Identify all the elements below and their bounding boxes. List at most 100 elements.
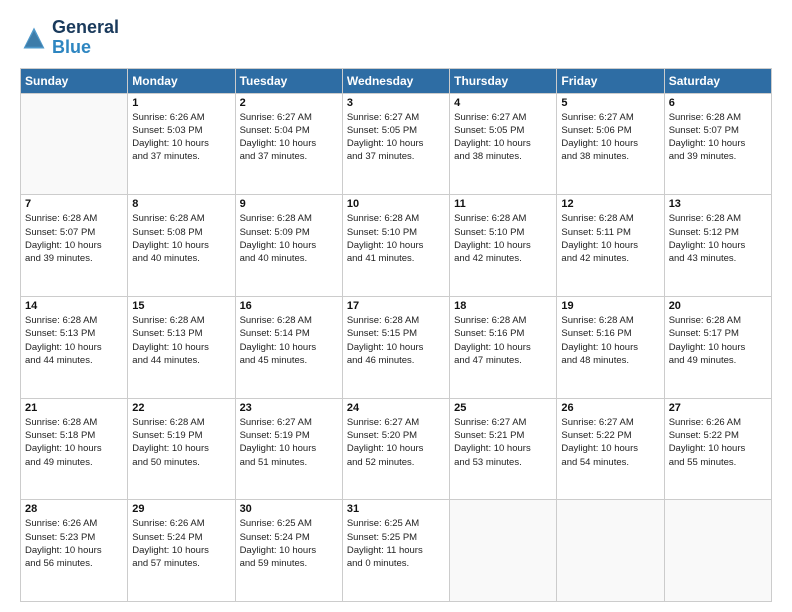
calendar-cell bbox=[21, 93, 128, 195]
day-info: Sunrise: 6:26 AM Sunset: 5:24 PM Dayligh… bbox=[132, 517, 230, 570]
day-number: 22 bbox=[132, 402, 230, 414]
weekday-header: Friday bbox=[557, 68, 664, 93]
day-number: 14 bbox=[25, 300, 123, 312]
weekday-header: Thursday bbox=[450, 68, 557, 93]
calendar-cell: 6 Sunrise: 6:28 AM Sunset: 5:07 PM Daylig… bbox=[664, 93, 771, 195]
calendar-cell: 26Sunrise: 6:27 AM Sunset: 5:22 PM Dayli… bbox=[557, 398, 664, 500]
day-number: 24 bbox=[347, 402, 445, 414]
calendar-table: SundayMondayTuesdayWednesdayThursdayFrid… bbox=[20, 68, 772, 602]
day-info: Sunrise: 6:28 AM Sunset: 5:16 PM Dayligh… bbox=[454, 314, 552, 367]
logo: General Blue bbox=[20, 18, 119, 58]
calendar-cell: 7 Sunrise: 6:28 AM Sunset: 5:07 PM Daylig… bbox=[21, 195, 128, 297]
calendar-week-row: 28 Sunrise: 6:26 AM Sunset: 5:23 PM Dayli… bbox=[21, 500, 772, 602]
day-info: Sunrise: 6:27 AM Sunset: 5:05 PM Dayligh… bbox=[347, 111, 445, 164]
day-number: 1 bbox=[132, 97, 230, 109]
calendar-cell: 15Sunrise: 6:28 AM Sunset: 5:13 PM Dayli… bbox=[128, 296, 235, 398]
calendar-cell: 30 Sunrise: 6:25 AM Sunset: 5:24 PM Dayli… bbox=[235, 500, 342, 602]
calendar-cell: 24 Sunrise: 6:27 AM Sunset: 5:20 PM Dayli… bbox=[342, 398, 449, 500]
calendar-body: 1 Sunrise: 6:26 AM Sunset: 5:03 PM Daylig… bbox=[21, 93, 772, 601]
day-number: 28 bbox=[25, 503, 123, 515]
calendar-cell: 14 Sunrise: 6:28 AM Sunset: 5:13 PM Dayli… bbox=[21, 296, 128, 398]
day-number: 18 bbox=[454, 300, 552, 312]
day-number: 19 bbox=[561, 300, 659, 312]
day-info: Sunrise: 6:28 AM Sunset: 5:12 PM Dayligh… bbox=[669, 212, 767, 265]
calendar-cell: 19Sunrise: 6:28 AM Sunset: 5:16 PM Dayli… bbox=[557, 296, 664, 398]
calendar-week-row: 7 Sunrise: 6:28 AM Sunset: 5:07 PM Daylig… bbox=[21, 195, 772, 297]
day-number: 12 bbox=[561, 198, 659, 210]
day-number: 23 bbox=[240, 402, 338, 414]
calendar-cell: 3Sunrise: 6:27 AM Sunset: 5:05 PM Daylig… bbox=[342, 93, 449, 195]
calendar-cell: 28 Sunrise: 6:26 AM Sunset: 5:23 PM Dayli… bbox=[21, 500, 128, 602]
day-info: Sunrise: 6:28 AM Sunset: 5:10 PM Dayligh… bbox=[347, 212, 445, 265]
day-info: Sunrise: 6:28 AM Sunset: 5:10 PM Dayligh… bbox=[454, 212, 552, 265]
day-info: Sunrise: 6:28 AM Sunset: 5:08 PM Dayligh… bbox=[132, 212, 230, 265]
calendar-cell: 4 Sunrise: 6:27 AM Sunset: 5:05 PM Daylig… bbox=[450, 93, 557, 195]
day-number: 7 bbox=[25, 198, 123, 210]
day-number: 11 bbox=[454, 198, 552, 210]
weekday-header: Monday bbox=[128, 68, 235, 93]
day-number: 5 bbox=[561, 97, 659, 109]
day-number: 10 bbox=[347, 198, 445, 210]
day-number: 20 bbox=[669, 300, 767, 312]
calendar-cell bbox=[450, 500, 557, 602]
day-info: Sunrise: 6:28 AM Sunset: 5:11 PM Dayligh… bbox=[561, 212, 659, 265]
header: General Blue bbox=[20, 18, 772, 58]
day-info: Sunrise: 6:28 AM Sunset: 5:07 PM Dayligh… bbox=[669, 111, 767, 164]
day-info: Sunrise: 6:28 AM Sunset: 5:14 PM Dayligh… bbox=[240, 314, 338, 367]
day-number: 21 bbox=[25, 402, 123, 414]
calendar-cell: 22Sunrise: 6:28 AM Sunset: 5:19 PM Dayli… bbox=[128, 398, 235, 500]
day-number: 8 bbox=[132, 198, 230, 210]
calendar-cell: 2 Sunrise: 6:27 AM Sunset: 5:04 PM Daylig… bbox=[235, 93, 342, 195]
calendar-cell: 1 Sunrise: 6:26 AM Sunset: 5:03 PM Daylig… bbox=[128, 93, 235, 195]
calendar-cell: 12 Sunrise: 6:28 AM Sunset: 5:11 PM Dayli… bbox=[557, 195, 664, 297]
day-info: Sunrise: 6:28 AM Sunset: 5:18 PM Dayligh… bbox=[25, 416, 123, 469]
weekday-header: Saturday bbox=[664, 68, 771, 93]
logo-text: General Blue bbox=[52, 18, 119, 58]
day-number: 17 bbox=[347, 300, 445, 312]
day-number: 4 bbox=[454, 97, 552, 109]
weekday-header: Tuesday bbox=[235, 68, 342, 93]
day-info: Sunrise: 6:27 AM Sunset: 5:04 PM Dayligh… bbox=[240, 111, 338, 164]
calendar-cell bbox=[557, 500, 664, 602]
calendar-cell: 27 Sunrise: 6:26 AM Sunset: 5:22 PM Dayli… bbox=[664, 398, 771, 500]
day-info: Sunrise: 6:27 AM Sunset: 5:19 PM Dayligh… bbox=[240, 416, 338, 469]
calendar-cell: 25Sunrise: 6:27 AM Sunset: 5:21 PM Dayli… bbox=[450, 398, 557, 500]
calendar-cell: 31Sunrise: 6:25 AM Sunset: 5:25 PM Dayli… bbox=[342, 500, 449, 602]
day-info: Sunrise: 6:25 AM Sunset: 5:24 PM Dayligh… bbox=[240, 517, 338, 570]
day-number: 2 bbox=[240, 97, 338, 109]
day-info: Sunrise: 6:26 AM Sunset: 5:23 PM Dayligh… bbox=[25, 517, 123, 570]
day-info: Sunrise: 6:26 AM Sunset: 5:03 PM Dayligh… bbox=[132, 111, 230, 164]
calendar-cell: 21 Sunrise: 6:28 AM Sunset: 5:18 PM Dayli… bbox=[21, 398, 128, 500]
day-number: 31 bbox=[347, 503, 445, 515]
day-number: 30 bbox=[240, 503, 338, 515]
calendar-cell: 8 Sunrise: 6:28 AM Sunset: 5:08 PM Daylig… bbox=[128, 195, 235, 297]
calendar-cell: 10 Sunrise: 6:28 AM Sunset: 5:10 PM Dayli… bbox=[342, 195, 449, 297]
day-number: 9 bbox=[240, 198, 338, 210]
day-number: 13 bbox=[669, 198, 767, 210]
day-info: Sunrise: 6:27 AM Sunset: 5:22 PM Dayligh… bbox=[561, 416, 659, 469]
day-info: Sunrise: 6:27 AM Sunset: 5:21 PM Dayligh… bbox=[454, 416, 552, 469]
weekday-header: Wednesday bbox=[342, 68, 449, 93]
day-info: Sunrise: 6:27 AM Sunset: 5:20 PM Dayligh… bbox=[347, 416, 445, 469]
calendar-header-row: SundayMondayTuesdayWednesdayThursdayFrid… bbox=[21, 68, 772, 93]
calendar-cell: 20 Sunrise: 6:28 AM Sunset: 5:17 PM Dayli… bbox=[664, 296, 771, 398]
day-info: Sunrise: 6:28 AM Sunset: 5:13 PM Dayligh… bbox=[25, 314, 123, 367]
calendar-cell: 16 Sunrise: 6:28 AM Sunset: 5:14 PM Dayli… bbox=[235, 296, 342, 398]
day-info: Sunrise: 6:27 AM Sunset: 5:05 PM Dayligh… bbox=[454, 111, 552, 164]
calendar-cell: 5Sunrise: 6:27 AM Sunset: 5:06 PM Daylig… bbox=[557, 93, 664, 195]
calendar-cell: 29Sunrise: 6:26 AM Sunset: 5:24 PM Dayli… bbox=[128, 500, 235, 602]
day-info: Sunrise: 6:28 AM Sunset: 5:07 PM Dayligh… bbox=[25, 212, 123, 265]
day-info: Sunrise: 6:28 AM Sunset: 5:15 PM Dayligh… bbox=[347, 314, 445, 367]
day-info: Sunrise: 6:28 AM Sunset: 5:17 PM Dayligh… bbox=[669, 314, 767, 367]
day-number: 27 bbox=[669, 402, 767, 414]
day-number: 16 bbox=[240, 300, 338, 312]
calendar-cell: 23 Sunrise: 6:27 AM Sunset: 5:19 PM Dayli… bbox=[235, 398, 342, 500]
day-info: Sunrise: 6:28 AM Sunset: 5:09 PM Dayligh… bbox=[240, 212, 338, 265]
calendar-cell: 18 Sunrise: 6:28 AM Sunset: 5:16 PM Dayli… bbox=[450, 296, 557, 398]
calendar-cell: 9 Sunrise: 6:28 AM Sunset: 5:09 PM Daylig… bbox=[235, 195, 342, 297]
calendar-week-row: 1 Sunrise: 6:26 AM Sunset: 5:03 PM Daylig… bbox=[21, 93, 772, 195]
day-number: 6 bbox=[669, 97, 767, 109]
logo-icon bbox=[20, 24, 48, 52]
calendar-week-row: 14 Sunrise: 6:28 AM Sunset: 5:13 PM Dayli… bbox=[21, 296, 772, 398]
day-info: Sunrise: 6:26 AM Sunset: 5:22 PM Dayligh… bbox=[669, 416, 767, 469]
